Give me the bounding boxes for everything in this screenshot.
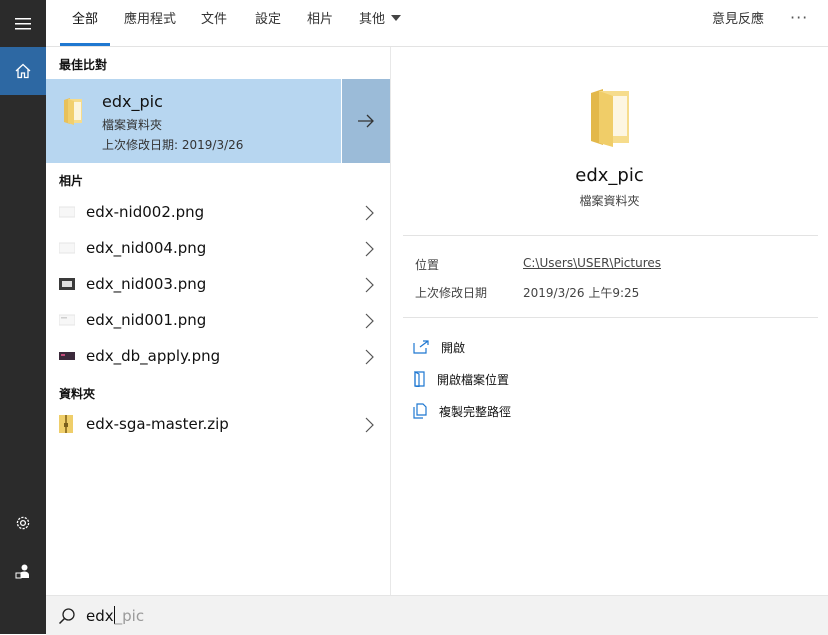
settings-button[interactable] bbox=[0, 499, 46, 547]
list-item-label: edx-sga-master.zip bbox=[86, 415, 229, 433]
preview-pane: edx_pic 檔案資料夾 位置 C:\Users\USER\Pictures … bbox=[391, 47, 828, 595]
chevron-right-icon bbox=[365, 277, 374, 293]
gear-icon bbox=[16, 516, 30, 530]
section-header-folders: 資料夾 bbox=[59, 387, 96, 401]
tab-apps[interactable]: 應用程式 bbox=[124, 0, 176, 46]
open-file-location-label: 開啟檔案位置 bbox=[437, 372, 510, 387]
folder-icon bbox=[62, 97, 84, 129]
best-match-expand-button[interactable] bbox=[341, 79, 390, 163]
list-item[interactable]: edx-nid002.png bbox=[46, 195, 390, 231]
separator bbox=[403, 235, 818, 236]
tab-documents[interactable]: 文件 bbox=[201, 0, 227, 46]
preview-title: edx_pic bbox=[575, 165, 644, 186]
home-icon bbox=[15, 63, 31, 79]
tab-all[interactable]: 全部 bbox=[59, 0, 111, 46]
list-item-label: edx_db_apply.png bbox=[86, 347, 221, 365]
tab-more-filters[interactable]: 其他 bbox=[359, 0, 402, 46]
copy-path-label: 複製完整路徑 bbox=[439, 404, 512, 419]
home-button[interactable] bbox=[0, 47, 46, 95]
image-file-icon bbox=[59, 314, 75, 326]
zip-folder-icon bbox=[59, 415, 73, 433]
copy-path-icon bbox=[413, 403, 427, 419]
hamburger-icon bbox=[15, 18, 31, 30]
modified-label: 上次修改日期 bbox=[415, 286, 488, 300]
chevron-right-icon bbox=[365, 417, 374, 433]
results-list: 最佳比對 edx_pic 檔案資料夾 上次修改日期: 2019/3/26 相片 … bbox=[46, 47, 390, 595]
tab-settings[interactable]: 設定 bbox=[255, 0, 281, 46]
chevron-right-icon bbox=[365, 313, 374, 329]
best-match-type: 檔案資料夾 bbox=[102, 118, 163, 132]
list-item[interactable]: edx-sga-master.zip bbox=[46, 407, 390, 443]
list-item-label: edx_nid001.png bbox=[86, 311, 207, 329]
modified-value: 2019/3/26 上午9:25 bbox=[523, 286, 640, 300]
account-button[interactable] bbox=[0, 547, 46, 595]
open-action-label: 開啟 bbox=[441, 340, 466, 355]
separator bbox=[403, 317, 818, 318]
list-item-label: edx-nid002.png bbox=[86, 203, 205, 221]
open-action[interactable]: 開啟 bbox=[413, 337, 465, 357]
left-rail bbox=[0, 0, 46, 634]
list-item[interactable]: edx_nid003.png bbox=[46, 267, 390, 303]
filter-tabs: 全部 應用程式 文件 設定 相片 其他 意見反應 ··· bbox=[46, 0, 828, 47]
list-item-label: edx_nid004.png bbox=[86, 239, 207, 257]
image-file-icon bbox=[59, 352, 75, 360]
more-options-button[interactable]: ··· bbox=[790, 0, 808, 40]
open-icon bbox=[413, 340, 429, 354]
section-header-best-match: 最佳比對 bbox=[59, 58, 108, 72]
image-file-icon bbox=[59, 242, 75, 254]
chevron-down-icon bbox=[391, 15, 402, 21]
feedback-button[interactable]: 意見反應 bbox=[712, 0, 764, 40]
best-match-item[interactable]: edx_pic 檔案資料夾 上次修改日期: 2019/3/26 bbox=[46, 79, 390, 163]
search-input[interactable]: edx_pic bbox=[86, 606, 144, 625]
tab-photos[interactable]: 相片 bbox=[307, 0, 333, 46]
search-typed-text: edx bbox=[86, 607, 114, 625]
list-item[interactable]: edx_db_apply.png bbox=[46, 339, 390, 375]
image-file-icon bbox=[59, 206, 75, 218]
tab-more-filters-label: 其他 bbox=[359, 12, 386, 27]
list-item-label: edx_nid003.png bbox=[86, 275, 207, 293]
search-bar[interactable]: edx_pic bbox=[46, 595, 828, 635]
list-item[interactable]: edx_nid001.png bbox=[46, 303, 390, 339]
best-match-title: edx_pic bbox=[102, 92, 163, 111]
chevron-right-icon bbox=[365, 349, 374, 365]
chevron-right-icon bbox=[365, 205, 374, 221]
copy-path-action[interactable]: 複製完整路徑 bbox=[413, 401, 511, 421]
best-match-modified: 上次修改日期: 2019/3/26 bbox=[102, 138, 244, 152]
location-label: 位置 bbox=[415, 258, 440, 272]
menu-button[interactable] bbox=[0, 0, 46, 48]
section-header-photos: 相片 bbox=[59, 174, 84, 188]
location-link[interactable]: C:\Users\USER\Pictures bbox=[523, 256, 661, 270]
image-file-icon bbox=[59, 278, 75, 290]
preview-type: 檔案資料夾 bbox=[579, 194, 640, 208]
open-file-location-action[interactable]: 開啟檔案位置 bbox=[413, 369, 509, 389]
search-icon bbox=[58, 608, 75, 625]
folder-icon bbox=[587, 87, 633, 151]
search-autocomplete-suggestion: _pic bbox=[114, 607, 145, 625]
list-item[interactable]: edx_nid004.png bbox=[46, 231, 390, 267]
arrow-right-icon bbox=[358, 114, 374, 128]
file-location-icon bbox=[414, 371, 425, 387]
user-icon bbox=[15, 564, 29, 579]
chevron-right-icon bbox=[365, 241, 374, 257]
